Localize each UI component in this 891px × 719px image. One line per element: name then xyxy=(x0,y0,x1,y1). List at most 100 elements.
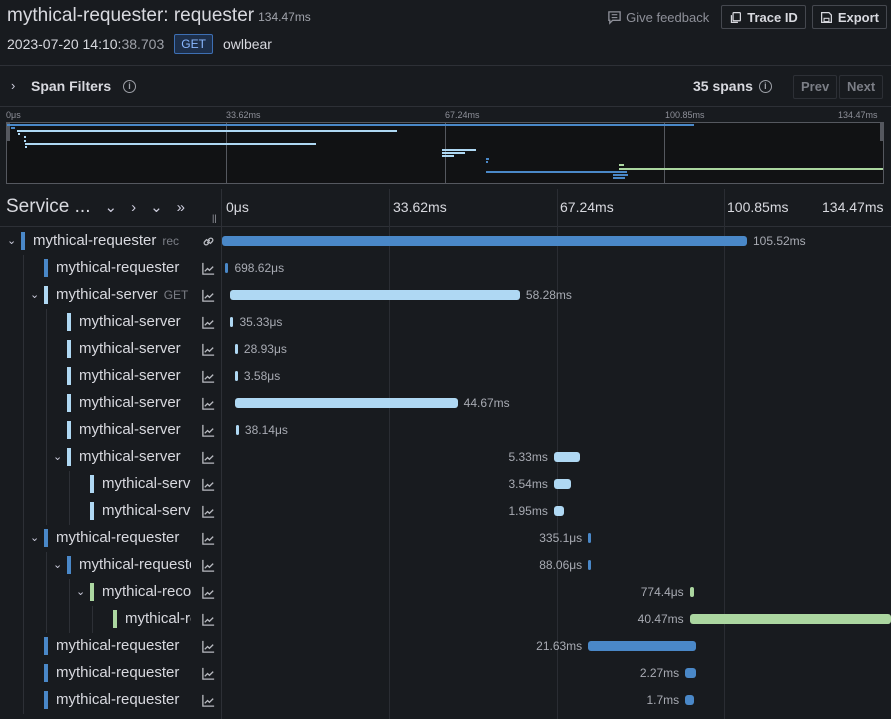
span-bar[interactable] xyxy=(224,263,229,273)
span-bar[interactable] xyxy=(553,479,572,489)
export-button[interactable]: Export xyxy=(811,5,887,29)
span-metrics-chart-icon[interactable] xyxy=(201,423,216,438)
span-bar[interactable] xyxy=(234,344,238,354)
span-bar[interactable] xyxy=(230,317,234,327)
span-metrics-chart-icon[interactable] xyxy=(201,342,216,357)
span-bar[interactable] xyxy=(234,371,238,381)
span-service-name[interactable]: mythical-server xyxy=(79,394,191,411)
span-service-name[interactable]: mythical-requester xyxy=(56,637,191,654)
span-service-name[interactable]: mythical-requester xyxy=(56,259,191,276)
span-bar[interactable] xyxy=(553,452,581,462)
span-service-name[interactable]: mythical-server xyxy=(79,448,191,465)
span-row[interactable]: mythical-requester 698.62μs xyxy=(0,255,891,282)
span-bar[interactable] xyxy=(685,695,694,705)
span-bar[interactable] xyxy=(588,641,696,651)
span-filters-toggle[interactable]: Span Filters xyxy=(31,78,111,94)
expand-toggle-icon[interactable]: ⌄ xyxy=(30,288,39,301)
expand-toggle-icon[interactable]: ⌄ xyxy=(53,558,62,571)
span-metrics-chart-icon[interactable] xyxy=(201,315,216,330)
span-metrics-chart-icon[interactable] xyxy=(201,693,216,708)
span-service-name[interactable]: mythical-server GET xyxy=(56,286,191,303)
trace-minimap[interactable]: 0μs 33.62ms 67.24ms 100.85ms 134.47ms xyxy=(0,108,891,188)
span-row[interactable]: mythical-requester 2.27ms xyxy=(0,660,891,687)
span-metrics-chart-icon[interactable] xyxy=(201,396,216,411)
service-name: mythical-requester xyxy=(56,664,180,681)
span-row[interactable]: mythical-server 1.95ms xyxy=(0,498,891,525)
link-icon[interactable] xyxy=(201,234,216,249)
span-row[interactable]: mythical-requester 21.63ms xyxy=(0,633,891,660)
span-bar[interactable] xyxy=(222,236,747,246)
span-service-name[interactable]: mythical-server xyxy=(79,367,191,384)
span-service-name[interactable]: mythical-requester xyxy=(56,529,191,546)
span-service-name[interactable]: mythical-recorder xyxy=(125,610,191,627)
service-color-indicator xyxy=(67,421,71,439)
span-metrics-chart-icon[interactable] xyxy=(201,612,216,627)
span-row[interactable]: ⌄ mythical-requester 88.06μs xyxy=(0,552,891,579)
span-metrics-chart-icon[interactable] xyxy=(201,666,216,681)
span-row[interactable]: mythical-server 28.93μs xyxy=(0,336,891,363)
expand-one-icon[interactable]: › xyxy=(131,199,136,216)
span-row[interactable]: ⌄ mythical-recorder 774.4μs xyxy=(0,579,891,606)
span-row[interactable]: mythical-requester 1.7ms xyxy=(0,687,891,714)
span-metrics-chart-icon[interactable] xyxy=(201,639,216,654)
span-row[interactable]: ⌄ mythical-server GET 58.28ms xyxy=(0,282,891,309)
span-service-name[interactable]: mythical-server xyxy=(102,475,191,492)
trace-id-button[interactable]: Trace ID xyxy=(721,5,806,29)
indent-guide xyxy=(69,498,70,525)
span-metrics-chart-icon[interactable] xyxy=(201,369,216,384)
span-service-name[interactable]: mythical-server xyxy=(79,313,191,330)
span-row[interactable]: ⌄ mythical-requester 335.1μs xyxy=(0,525,891,552)
span-service-name[interactable]: mythical-server xyxy=(79,421,191,438)
span-bar[interactable] xyxy=(588,560,592,570)
span-row[interactable]: ⌄ mythical-requester rec 105.52ms xyxy=(0,228,891,255)
span-bar[interactable] xyxy=(689,587,694,597)
span-row[interactable]: mythical-server 3.58μs xyxy=(0,363,891,390)
span-row[interactable]: ⌄ mythical-server 5.33ms xyxy=(0,444,891,471)
prev-button[interactable]: Prev xyxy=(793,75,838,99)
span-metrics-chart-icon[interactable] xyxy=(201,261,216,276)
span-metrics-chart-icon[interactable] xyxy=(201,585,216,600)
expand-toggle-icon[interactable]: ⌄ xyxy=(76,585,85,598)
span-count: 35 spans i xyxy=(693,78,772,94)
span-row[interactable]: mythical-server 3.54ms xyxy=(0,471,891,498)
chevron-right-icon[interactable]: › xyxy=(11,78,15,93)
span-service-name[interactable]: mythical-requester xyxy=(79,556,191,573)
expand-all-icon[interactable]: » xyxy=(177,199,185,216)
span-service-name[interactable]: mythical-recorder xyxy=(102,583,191,600)
collapse-one-icon[interactable]: ⌄ xyxy=(104,198,117,216)
give-feedback-link[interactable]: Give feedback xyxy=(607,10,709,25)
span-metrics-chart-icon[interactable] xyxy=(201,450,216,465)
span-bar[interactable] xyxy=(229,290,520,300)
next-button[interactable]: Next xyxy=(839,75,884,99)
span-bar[interactable] xyxy=(689,614,891,624)
minimap-span-bar xyxy=(10,127,16,130)
collapse-all-icon[interactable]: ⌄ xyxy=(150,198,163,216)
span-metrics-chart-icon[interactable] xyxy=(201,558,216,573)
info-icon[interactable]: i xyxy=(758,79,772,93)
expand-toggle-icon[interactable]: ⌄ xyxy=(30,531,39,544)
expand-toggle-icon[interactable]: ⌄ xyxy=(53,450,62,463)
info-icon[interactable]: i xyxy=(123,80,136,93)
span-service-name[interactable]: mythical-requester xyxy=(56,664,191,681)
minimap-handle-right[interactable] xyxy=(880,123,883,141)
span-service-name[interactable]: mythical-requester rec xyxy=(33,232,191,249)
span-service-name[interactable]: mythical-server xyxy=(79,340,191,357)
span-bar[interactable] xyxy=(235,425,239,435)
span-bar[interactable] xyxy=(235,398,458,408)
span-metrics-chart-icon[interactable] xyxy=(201,288,216,303)
span-service-name[interactable]: mythical-server xyxy=(102,502,191,519)
minimap-canvas[interactable] xyxy=(6,122,884,184)
span-metrics-chart-icon[interactable] xyxy=(201,477,216,492)
span-bar[interactable] xyxy=(588,533,592,543)
span-row[interactable]: mythical-server 38.14μs xyxy=(0,417,891,444)
span-row[interactable]: mythical-recorder 40.47ms xyxy=(0,606,891,633)
span-metrics-chart-icon[interactable] xyxy=(201,504,216,519)
span-service-name[interactable]: mythical-requester xyxy=(56,691,191,708)
span-bar[interactable] xyxy=(553,506,564,516)
span-bar[interactable] xyxy=(685,668,697,678)
span-metrics-chart-icon[interactable] xyxy=(201,531,216,546)
expand-toggle-icon[interactable]: ⌄ xyxy=(7,234,16,247)
column-resizer[interactable]: || xyxy=(212,213,217,223)
span-row[interactable]: mythical-server 44.67ms xyxy=(0,390,891,417)
span-row[interactable]: mythical-server 35.33μs xyxy=(0,309,891,336)
